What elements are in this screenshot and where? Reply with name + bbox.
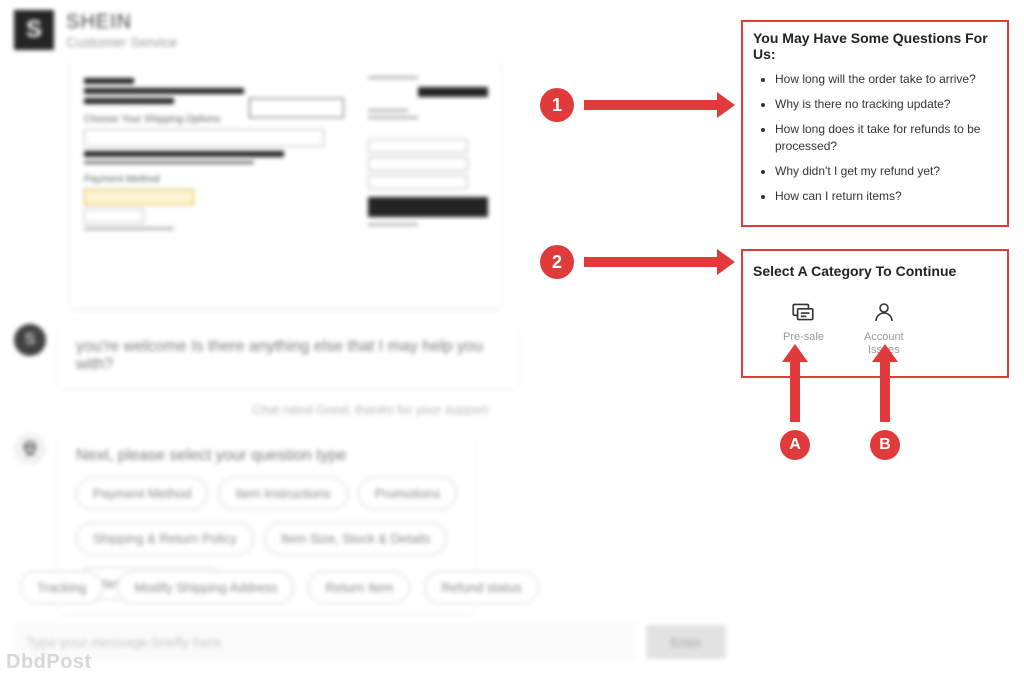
pill-item-instructions[interactable]: Item Instructions: [218, 477, 347, 510]
faq-item[interactable]: How long does it take for refunds to be …: [775, 121, 997, 153]
arrow-up-icon: [790, 360, 800, 422]
watermark: DbdPost: [6, 651, 92, 674]
arrow-icon: [584, 257, 719, 267]
arrow-icon: [584, 100, 719, 110]
faq-item[interactable]: Why is there no tracking update?: [775, 96, 997, 112]
chat-rating-notice: Chat rated Good, thanks for your support: [14, 402, 726, 417]
person-icon: [871, 299, 897, 325]
brand-subtitle: Customer Service: [66, 34, 177, 50]
faq-title: You May Have Some Questions For Us:: [753, 30, 997, 62]
pill-return-item[interactable]: Return Item: [308, 571, 410, 604]
category-title: Select A Category To Continue: [753, 263, 997, 279]
enter-button[interactable]: Enter: [646, 625, 726, 659]
agent-message: you're welcome Is there anything else th…: [58, 324, 518, 388]
faq-item[interactable]: How can I return items?: [775, 188, 997, 204]
pill-item-size-stock[interactable]: Item Size, Stock & Details: [264, 522, 448, 555]
agent-avatar: S: [14, 324, 46, 356]
brand-name: SHEIN: [66, 11, 177, 34]
faq-item[interactable]: How long will the order take to arrive?: [775, 71, 997, 87]
pill-payment-method[interactable]: Payment Method: [76, 477, 208, 510]
faq-item[interactable]: Why didn't I get my refund yet?: [775, 163, 997, 179]
arrow-up-icon: [880, 360, 890, 422]
pill-tracking[interactable]: Tracking: [20, 571, 103, 604]
message-input[interactable]: Type your message briefly here: [14, 622, 636, 662]
annotation-b: B: [870, 430, 900, 460]
annotation-1: 1: [540, 88, 574, 122]
category-label: Pre-sale: [783, 331, 824, 344]
bot-avatar: [14, 433, 46, 465]
pill-shipping-return[interactable]: Shipping & Return Policy: [76, 522, 254, 555]
pill-refund-status[interactable]: Refund status: [424, 571, 538, 604]
annotation-a: A: [780, 430, 810, 460]
faq-panel: You May Have Some Questions For Us: How …: [741, 20, 1009, 227]
pill-promotions[interactable]: Promotions: [358, 477, 458, 510]
annotation-2: 2: [540, 245, 574, 279]
pill-modify-shipping[interactable]: Modify Shipping Address: [117, 571, 294, 604]
brand-logo: S: [14, 10, 54, 50]
chat-icon: [790, 299, 816, 325]
checkout-screenshot: Choose Your Shipping Options Payment Met…: [70, 60, 500, 308]
place-order-button: [368, 197, 488, 217]
